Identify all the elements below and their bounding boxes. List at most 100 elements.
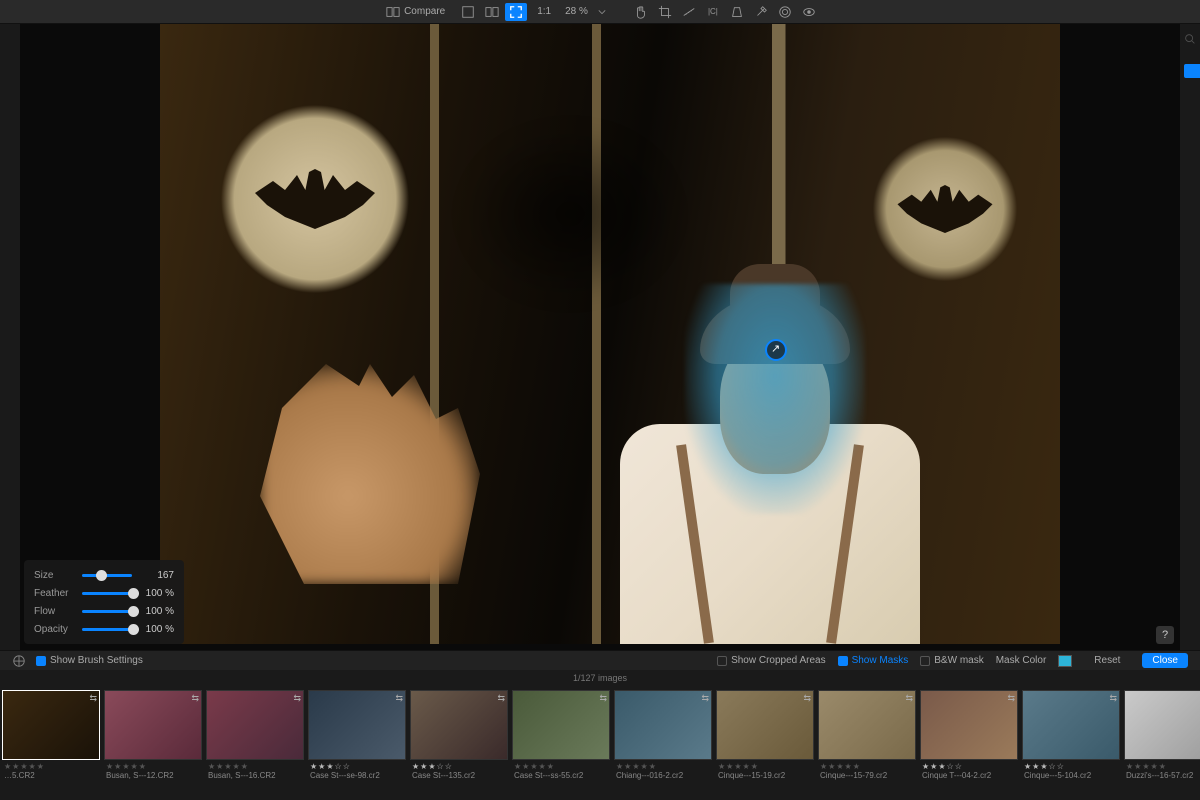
show-masks-toggle[interactable]: Show Masks <box>838 655 909 666</box>
brush-feather-slider[interactable] <box>82 592 132 595</box>
sync-icon: ⇆ <box>497 693 505 704</box>
view-multi-button[interactable] <box>481 3 503 21</box>
thumb-image: ⇆ <box>920 690 1018 760</box>
image-count-label: 1/127 images <box>0 670 1200 686</box>
repair-tool-button[interactable] <box>750 3 772 21</box>
thumb-filename: Case St---135.cr2 <box>412 771 506 780</box>
thumb-image: ⇆ <box>1124 690 1200 760</box>
thumb-rating[interactable]: ★★★★★ <box>208 762 302 771</box>
bw-mask-label: B&W mask <box>934 655 983 666</box>
show-brush-settings-toggle[interactable]: Show Brush Settings <box>36 655 143 666</box>
filmstrip-thumb[interactable]: ⇆ ★★★★★Case St---ss-55.cr2 <box>512 690 610 796</box>
filmstrip-thumb[interactable]: ⇆ ★★★☆☆Cinque T---04-2.cr2 <box>920 690 1018 796</box>
adjustments-icon[interactable] <box>12 654 26 668</box>
thumb-rating[interactable]: ★★★★★ <box>106 762 200 771</box>
reset-button[interactable]: Reset <box>1084 653 1130 668</box>
filmstrip-thumb[interactable]: ⇆ ★★★★★Busan, S---12.CR2 <box>104 690 202 796</box>
thumb-image: ⇆ <box>206 690 304 760</box>
thumb-filename: Busan, S---12.CR2 <box>106 771 200 780</box>
filmstrip-thumb[interactable]: ⇆ ★★★★★Cinque---15-19.cr2 <box>716 690 814 796</box>
brush-feather-value: 100 % <box>138 588 174 599</box>
mask-color-label: Mask Color <box>996 655 1047 666</box>
show-cropped-label: Show Cropped Areas <box>731 655 826 666</box>
show-masks-label: Show Masks <box>852 655 909 666</box>
filmstrip-thumb[interactable]: ⇆ ★★★★★Chiang---016-2.cr2 <box>614 690 712 796</box>
crop-tool-button[interactable] <box>654 3 676 21</box>
brush-size-slider[interactable] <box>82 574 132 577</box>
zoom-level[interactable]: 28 % <box>561 6 592 17</box>
filmstrip-thumb[interactable]: ⇆ ★★★★★…5.CR2 <box>2 690 100 796</box>
chevron-down-icon[interactable] <box>598 8 606 16</box>
brush-flow-label: Flow <box>34 606 76 617</box>
ratio-label[interactable]: 1:1 <box>533 6 555 17</box>
brush-opacity-slider[interactable] <box>82 628 132 631</box>
sync-icon: ⇆ <box>293 693 301 704</box>
image-canvas[interactable] <box>20 24 1180 650</box>
thumb-image: ⇆ <box>104 690 202 760</box>
thumb-rating[interactable]: ★★★★★ <box>4 762 98 771</box>
thumb-rating[interactable]: ★★★★★ <box>718 762 812 771</box>
thumb-filename: Chiang---016-2.cr2 <box>616 771 710 780</box>
brush-opacity-value: 100 % <box>138 624 174 635</box>
sync-icon: ⇆ <box>1007 693 1015 704</box>
thumb-image: ⇆ <box>2 690 100 760</box>
filmstrip-thumb[interactable]: ⇆ ★★★★★Duzzi's---16-57.cr2 <box>1124 690 1200 796</box>
brush-size-value: 167 <box>138 570 174 581</box>
mask-color-swatch[interactable] <box>1058 655 1072 667</box>
thumb-filename: Cinque---15-79.cr2 <box>820 771 914 780</box>
thumb-rating[interactable]: ★★★☆☆ <box>412 762 506 771</box>
right-panel-tab[interactable] <box>1184 64 1200 78</box>
filmstrip-thumb[interactable]: ⇆★★★☆☆Case St---se-98.cr2 <box>308 690 406 796</box>
filmstrip-thumb[interactable]: ⇆ ★★★★★Cinque---15-79.cr2 <box>818 690 916 796</box>
compare-button[interactable]: Compare <box>380 3 451 21</box>
thumb-rating[interactable]: ★★★☆☆ <box>922 762 1016 771</box>
thumb-rating[interactable]: ★★★★★ <box>820 762 914 771</box>
checkbox-off-icon <box>717 656 727 666</box>
filmstrip-thumb[interactable]: ⇆★★★☆☆Cinque---5-104.cr2 <box>1022 690 1120 796</box>
filmstrip-thumb[interactable]: ⇆★★★★★Busan, S---16.CR2 <box>206 690 304 796</box>
bottom-options-bar: Show Brush Settings Show Cropped Areas S… <box>0 650 1200 670</box>
sync-icon: ⇆ <box>1109 693 1117 704</box>
thumb-image: ⇆ <box>410 690 508 760</box>
checkbox-off-icon <box>920 656 930 666</box>
thumb-filename: Cinque T---04-2.cr2 <box>922 771 1016 780</box>
thumb-rating[interactable]: ★★★★★ <box>616 762 710 771</box>
brush-flow-value: 100 % <box>138 606 174 617</box>
checkbox-on-icon <box>36 656 46 666</box>
top-toolbar: Compare 1:1 28 % |C| <box>0 0 1200 24</box>
ratio-tool-button[interactable]: |C| <box>702 3 724 21</box>
thumb-image: ⇆ <box>512 690 610 760</box>
bw-mask-toggle[interactable]: B&W mask <box>920 655 983 666</box>
perspective-tool-button[interactable] <box>726 3 748 21</box>
photo-preview <box>160 24 1060 644</box>
brush-flow-slider[interactable] <box>82 610 132 613</box>
straighten-tool-button[interactable] <box>678 3 700 21</box>
right-panel-strip <box>1180 24 1200 650</box>
close-button[interactable]: Close <box>1142 653 1188 668</box>
mask-tool-button[interactable] <box>798 3 820 21</box>
thumb-rating[interactable]: ★★★★★ <box>514 762 608 771</box>
thumb-image: ⇆ <box>614 690 712 760</box>
thumb-filename: Duzzi's---16-57.cr2 <box>1126 771 1200 780</box>
filmstrip-thumb[interactable]: ⇆ ★★★☆☆Case St---135.cr2 <box>410 690 508 796</box>
show-brush-settings-label: Show Brush Settings <box>50 655 143 666</box>
view-fit-button[interactable] <box>505 3 527 21</box>
thumb-image: ⇆ <box>308 690 406 760</box>
help-button[interactable]: ? <box>1156 626 1174 644</box>
thumb-rating[interactable]: ★★★☆☆ <box>310 762 404 771</box>
thumb-filename: Case St---ss-55.cr2 <box>514 771 608 780</box>
brush-feather-label: Feather <box>34 588 76 599</box>
search-icon[interactable] <box>1183 32 1197 46</box>
compare-label: Compare <box>404 6 445 17</box>
thumb-rating[interactable]: ★★★★★ <box>1126 762 1200 771</box>
filmstrip[interactable]: ⇆★★★★★…5.CR2⇆★★★★★Busan, S---12.CR2⇆★★★★… <box>0 686 1200 800</box>
sync-icon: ⇆ <box>905 693 913 704</box>
redeye-tool-button[interactable] <box>774 3 796 21</box>
thumb-rating[interactable]: ★★★☆☆ <box>1024 762 1118 771</box>
thumb-image: ⇆ <box>716 690 814 760</box>
show-cropped-toggle[interactable]: Show Cropped Areas <box>717 655 826 666</box>
thumb-filename: …5.CR2 <box>4 771 98 780</box>
thumb-filename: Cinque---15-19.cr2 <box>718 771 812 780</box>
view-single-button[interactable] <box>457 3 479 21</box>
hand-tool-button[interactable] <box>630 3 652 21</box>
